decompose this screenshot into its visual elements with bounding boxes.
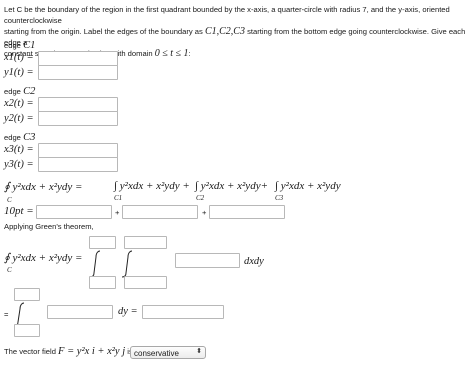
select-arrows-icon: ⬍ <box>196 348 202 355</box>
greens-sub-c: C <box>7 266 12 274</box>
line-integral-lhs: ∮ y²xdx + x²ydy = <box>4 181 83 193</box>
y3-label: y3(t) = <box>4 159 34 170</box>
edge-integral-3: ∫ y²xdx + x²ydy <box>275 180 341 192</box>
sum-input-1[interactable] <box>36 205 112 219</box>
equals-sign: = <box>4 310 9 319</box>
problem-line-1: Let C be the boundary of the region in t… <box>4 5 450 25</box>
inner-lower-limit-input[interactable] <box>124 276 167 289</box>
y2-label: y2(t) = <box>4 113 34 124</box>
dxdy-label: dxdy <box>244 256 264 267</box>
vector-field-statement: The vector field F = y²x i + x²y j is: <box>4 346 135 357</box>
edge-integral-2-sub: C2 <box>196 194 205 202</box>
dy-equals-label: dy = <box>118 306 138 317</box>
y1-input[interactable] <box>38 65 118 80</box>
vector-field-select[interactable]: conservative ⬍ <box>130 346 206 359</box>
single-lower-limit-input[interactable] <box>14 324 40 337</box>
edge-integral-3-sub: C3 <box>275 194 284 202</box>
line-integral-sub-c: C <box>7 196 12 204</box>
double-integral-signs <box>89 250 133 278</box>
x2-label: x2(t) = <box>4 98 34 109</box>
single-result-input[interactable] <box>142 305 224 319</box>
outer-upper-limit-input[interactable] <box>89 236 116 249</box>
x1-label: x1(t) = <box>4 52 34 63</box>
edge-integral-2: ∫ y²xdx + x²ydy+ <box>195 180 268 192</box>
sum-input-2[interactable] <box>122 205 198 219</box>
x3-input[interactable] <box>38 143 118 158</box>
greens-lhs: ∮ y²xdx + x²ydy = <box>4 252 83 264</box>
plus-sign-1: + <box>115 208 120 217</box>
sum-input-3[interactable] <box>209 205 285 219</box>
y3-input[interactable] <box>38 157 118 172</box>
plus-sign-2: + <box>202 208 207 217</box>
edge-3-heading: edge C3 <box>4 132 36 143</box>
greens-theorem-label: Applying Green's theorem, <box>4 222 94 231</box>
edge-1-heading: edge C1 <box>4 40 36 51</box>
edge-integral-1-sub: C1 <box>114 194 123 202</box>
x3-label: x3(t) = <box>4 144 34 155</box>
x1-input[interactable] <box>38 51 118 66</box>
y2-input[interactable] <box>38 111 118 126</box>
integrand-input[interactable] <box>175 253 240 268</box>
single-integrand-input[interactable] <box>47 305 113 319</box>
x2-input[interactable] <box>38 97 118 112</box>
edge-integral-1: ∫ y²xdx + x²ydy + <box>114 180 190 192</box>
y1-label: y1(t) = <box>4 67 34 78</box>
outer-lower-limit-input[interactable] <box>89 276 116 289</box>
single-upper-limit-input[interactable] <box>14 288 40 301</box>
inner-upper-limit-input[interactable] <box>124 236 167 249</box>
edge-2-heading: edge C2 <box>4 86 36 97</box>
sum-row-label: 10pt = <box>4 205 34 217</box>
problem-line-2: starting from the origin. Label the edge… <box>4 26 466 47</box>
